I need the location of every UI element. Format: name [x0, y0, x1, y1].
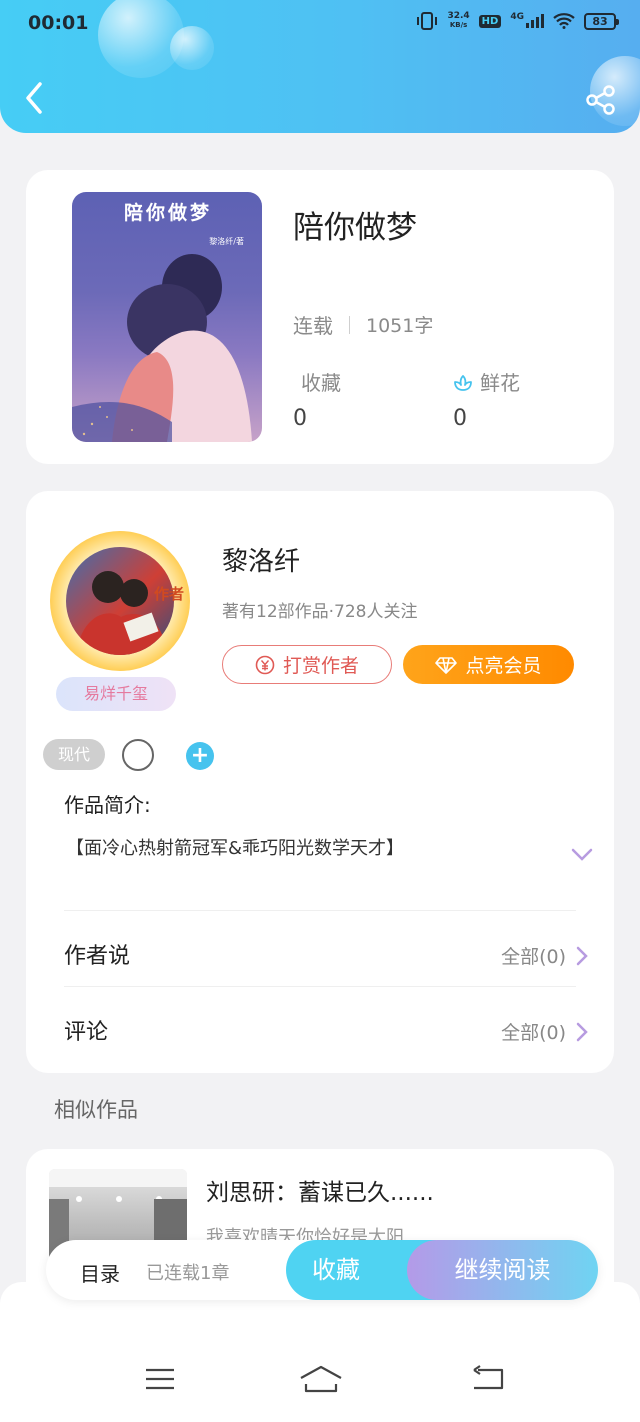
- share-icon: [586, 85, 615, 115]
- share-button[interactable]: [584, 84, 618, 116]
- system-nav-bar: [0, 1352, 640, 1422]
- synopsis-text: 【面冷心热射箭冠军&乖巧阳光数学天才】: [66, 838, 405, 859]
- toc-status: 已连载1章: [146, 1263, 230, 1284]
- meta-divider: [349, 315, 350, 334]
- book-cover[interactable]: 陪你做梦 黎洛纤/著: [72, 192, 262, 442]
- vibrate-icon: [417, 12, 438, 30]
- top-header: 00:01 32.4 KB/s HD 4G 83: [0, 0, 640, 133]
- author-stats: 著有12部作品·728人关注: [222, 602, 418, 622]
- net-speed-value: 32.4: [447, 11, 470, 21]
- serial-status: 连载: [293, 314, 333, 338]
- cover-illustration: [72, 254, 252, 442]
- author-badge: 作者: [154, 585, 185, 603]
- author-avatar[interactable]: 作者: [50, 531, 190, 671]
- signal-icon: 4G: [510, 12, 544, 28]
- chevron-right-icon: [576, 1022, 588, 1041]
- wifi-icon: [553, 13, 575, 29]
- comments-link[interactable]: 全部(0): [501, 1018, 588, 1045]
- hd-badge: HD: [478, 14, 502, 28]
- activate-vip-button[interactable]: 点亮会员: [403, 645, 574, 684]
- status-bar: 00:01 32.4 KB/s HD 4G 83: [0, 0, 640, 50]
- author-name[interactable]: 黎洛纤: [222, 541, 300, 578]
- comments-label: 评论: [64, 1020, 109, 1045]
- status-icons: 32.4 KB/s HD 4G 83: [416, 12, 619, 30]
- yuan-coin-icon: [255, 655, 275, 674]
- back-arrow-icon: [26, 82, 42, 114]
- similar-section-title: 相似作品: [54, 1098, 138, 1122]
- chevron-right-icon: [576, 946, 588, 965]
- author-card: 作者 易烊千玺 黎洛纤 著有12部作品·728人关注 打赏作者 点亮会员 现代 …: [26, 491, 614, 1073]
- author-says-count: 全部(0): [501, 946, 566, 968]
- network-type: 4G: [510, 12, 524, 22]
- menu-button[interactable]: [144, 1364, 184, 1394]
- flower-count: 0: [453, 406, 467, 431]
- flower-icon: [454, 374, 472, 391]
- net-speed-unit: KB/s: [449, 21, 468, 29]
- collect-count: 0: [293, 406, 307, 431]
- collect-label: 收藏: [301, 371, 341, 395]
- author-says-link[interactable]: 全部(0): [501, 942, 588, 969]
- return-icon: [473, 1365, 504, 1390]
- status-time: 00:01: [28, 12, 89, 34]
- continue-reading-button[interactable]: 继续阅读: [407, 1240, 598, 1300]
- tip-author-label: 打赏作者: [282, 655, 359, 677]
- reading-action-bar: 目录 已连载1章 收藏 继续阅读: [46, 1240, 598, 1300]
- fan-nickname-badge: 易烊千玺: [56, 677, 176, 711]
- book-meta: 连载 1051字: [293, 310, 433, 339]
- genre-tag[interactable]: 现代: [43, 739, 105, 770]
- battery-icon: 83: [584, 12, 619, 30]
- home-button[interactable]: [298, 1364, 344, 1394]
- comments-count: 全部(0): [501, 1022, 566, 1044]
- word-count: 1051字: [366, 315, 434, 337]
- synopsis-label: 作品简介:: [64, 793, 151, 817]
- back-button[interactable]: [20, 80, 50, 116]
- menu-icon: [146, 1368, 174, 1390]
- book-info-card: 陪你做梦 黎洛纤/著 陪你做梦 连载 1051字 收藏 0 鲜花 0: [26, 170, 614, 464]
- divider: [64, 910, 576, 911]
- add-tag-button[interactable]: +: [186, 742, 214, 770]
- expand-synopsis-button[interactable]: [570, 847, 594, 863]
- chevron-down-icon: [571, 848, 593, 861]
- net-speed: 32.4 KB/s: [447, 12, 469, 30]
- flower-stat-label[interactable]: 鲜花: [452, 367, 520, 396]
- return-button[interactable]: [470, 1364, 510, 1394]
- collect-stat-label: 收藏: [301, 367, 341, 396]
- similar-book-title: 刘思研：蓄谋已久......: [206, 1180, 434, 1206]
- divider: [64, 986, 576, 987]
- toc-button[interactable]: 目录: [80, 1258, 120, 1287]
- empty-tag-circle[interactable]: [122, 739, 154, 771]
- flower-label: 鲜花: [480, 371, 520, 395]
- activate-vip-label: 点亮会员: [465, 655, 542, 677]
- home-icon: [300, 1365, 342, 1393]
- tip-author-button[interactable]: 打赏作者: [222, 645, 392, 684]
- author-says-label: 作者说: [64, 944, 131, 969]
- diamond-icon: [435, 656, 458, 674]
- book-title: 陪你做梦: [293, 210, 417, 246]
